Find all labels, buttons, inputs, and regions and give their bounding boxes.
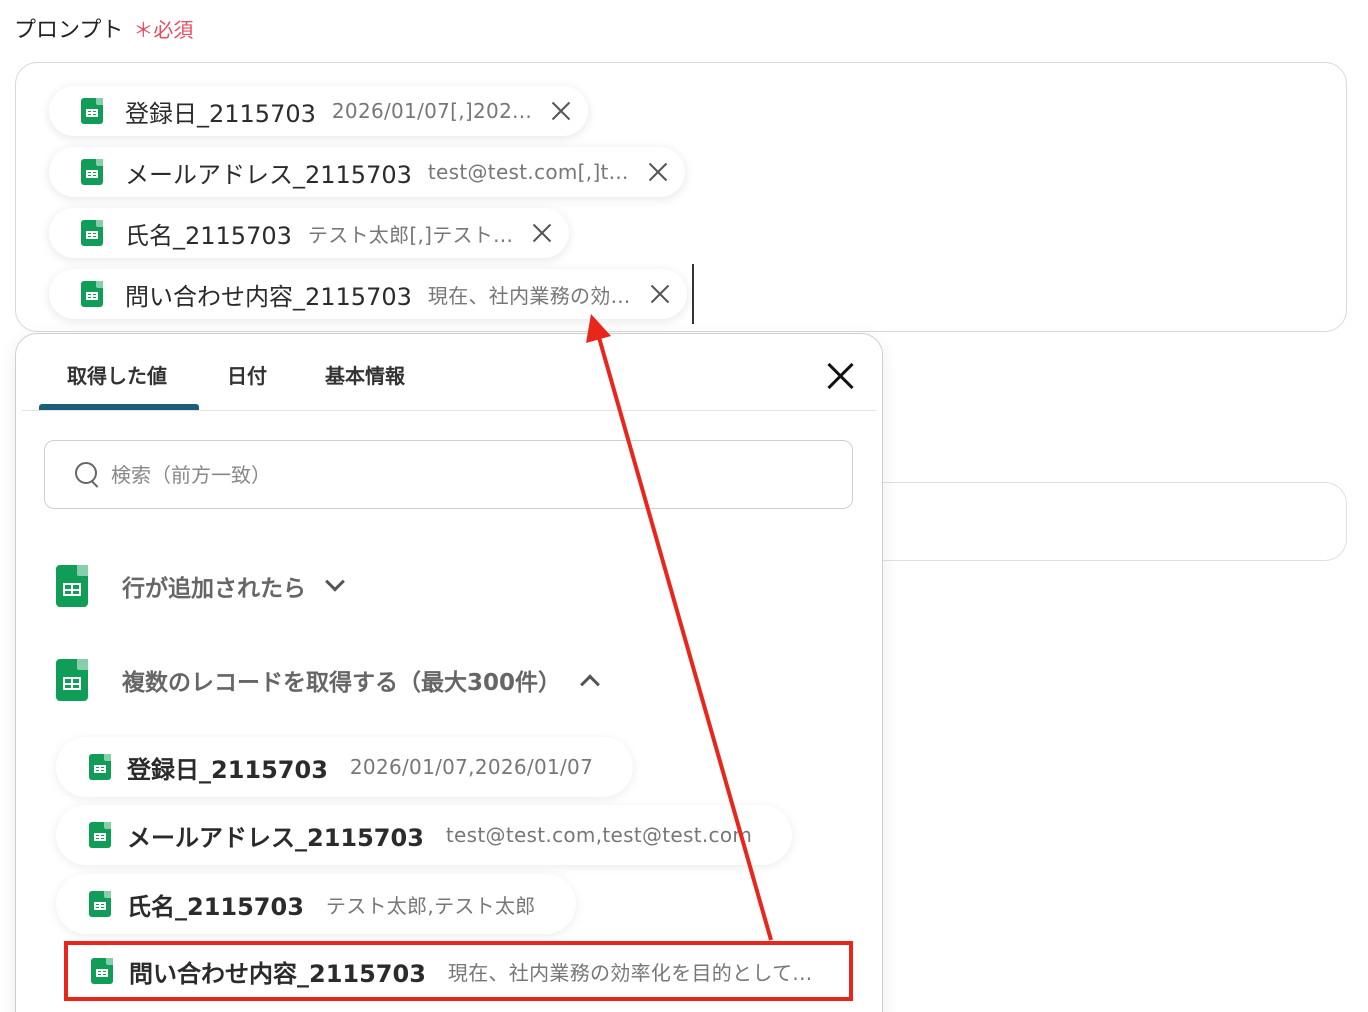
item-name: 問い合わせ内容_2115703	[129, 959, 426, 988]
google-sheets-icon	[89, 754, 111, 780]
close-icon[interactable]	[647, 281, 673, 307]
google-sheets-icon	[56, 565, 88, 607]
tab-date[interactable]: 日付	[227, 360, 267, 389]
section-row-added[interactable]: 行が追加されたら	[56, 565, 345, 607]
chip-value: 2026/01/07[,]202...	[331, 99, 533, 123]
section-get-records[interactable]: 複数のレコードを取得する（最大300件）	[56, 659, 600, 701]
close-icon[interactable]	[548, 98, 574, 124]
tab-acquired-values[interactable]: 取得した値	[67, 360, 167, 389]
chip-name: 問い合わせ内容_2115703	[125, 282, 412, 311]
chevron-up-icon[interactable]	[580, 674, 600, 695]
search-icon	[75, 461, 101, 488]
variable-picker-panel: 取得した値 日付 基本情報 行が追加されたら 複数のレコードを取得する（最大30…	[15, 333, 883, 1012]
chip-name: メールアドレス_2115703	[125, 160, 412, 189]
chevron-down-icon[interactable]	[325, 571, 345, 592]
background-input-box[interactable]	[860, 482, 1347, 561]
list-item[interactable]: 氏名_2115703 テスト太郎,テスト太郎	[56, 874, 576, 934]
active-tab-indicator	[39, 404, 199, 410]
search-field[interactable]	[44, 440, 853, 509]
google-sheets-icon	[81, 281, 103, 307]
google-sheets-icon	[89, 822, 111, 848]
prompt-chip[interactable]: 登録日_2115703 2026/01/07[,]202...	[49, 86, 589, 136]
close-icon[interactable]	[529, 220, 555, 246]
section-title: 行が追加されたら	[122, 576, 306, 602]
tab-basic-info[interactable]: 基本情報	[325, 360, 405, 389]
list-item[interactable]: メールアドレス_2115703 test@test.com,test@test.…	[56, 805, 793, 865]
section-title: 複数のレコードを取得する（最大300件）	[122, 670, 562, 696]
item-name: 氏名_2115703	[127, 892, 304, 921]
google-sheets-icon	[91, 958, 113, 984]
field-label: プロンプト ＊必須	[14, 12, 193, 44]
search-input[interactable]	[111, 462, 711, 487]
item-name: メールアドレス_2115703	[127, 823, 424, 852]
required-badge: ＊必須	[133, 17, 194, 42]
tab-bar: 取得した値 日付 基本情報	[22, 334, 876, 411]
chip-value: test@test.com[,]t...	[427, 160, 629, 184]
google-sheets-icon	[81, 98, 103, 124]
chip-name: 氏名_2115703	[125, 221, 292, 250]
prompt-chip[interactable]: メールアドレス_2115703 test@test.com[,]t...	[49, 147, 685, 197]
close-icon[interactable]	[645, 159, 671, 185]
chip-name: 登録日_2115703	[125, 99, 316, 128]
item-value: test@test.com,test@test.com	[445, 823, 753, 847]
list-item[interactable]: 登録日_2115703 2026/01/07,2026/01/07	[56, 737, 634, 797]
prompt-chip[interactable]: 問い合わせ内容_2115703 現在、社内業務の効...	[49, 269, 687, 319]
item-value: 2026/01/07,2026/01/07	[349, 755, 594, 779]
close-icon[interactable]	[826, 362, 854, 390]
google-sheets-icon	[81, 159, 103, 185]
google-sheets-icon	[81, 220, 103, 246]
item-value: 現在、社内業務の効率化を目的として...	[447, 960, 813, 985]
chip-value: 現在、社内業務の効...	[427, 283, 631, 308]
item-value: テスト太郎,テスト太郎	[325, 893, 536, 918]
google-sheets-icon	[56, 659, 88, 701]
field-label-text: プロンプト	[14, 18, 124, 43]
prompt-chip[interactable]: 氏名_2115703 テスト太郎[,]テスト...	[49, 208, 570, 258]
item-name: 登録日_2115703	[127, 755, 328, 784]
google-sheets-icon	[89, 891, 111, 917]
text-caret	[692, 264, 694, 324]
chip-value: テスト太郎[,]テスト...	[307, 222, 514, 247]
list-item-highlighted[interactable]: 問い合わせ内容_2115703 現在、社内業務の効率化を目的として...	[64, 941, 853, 1001]
